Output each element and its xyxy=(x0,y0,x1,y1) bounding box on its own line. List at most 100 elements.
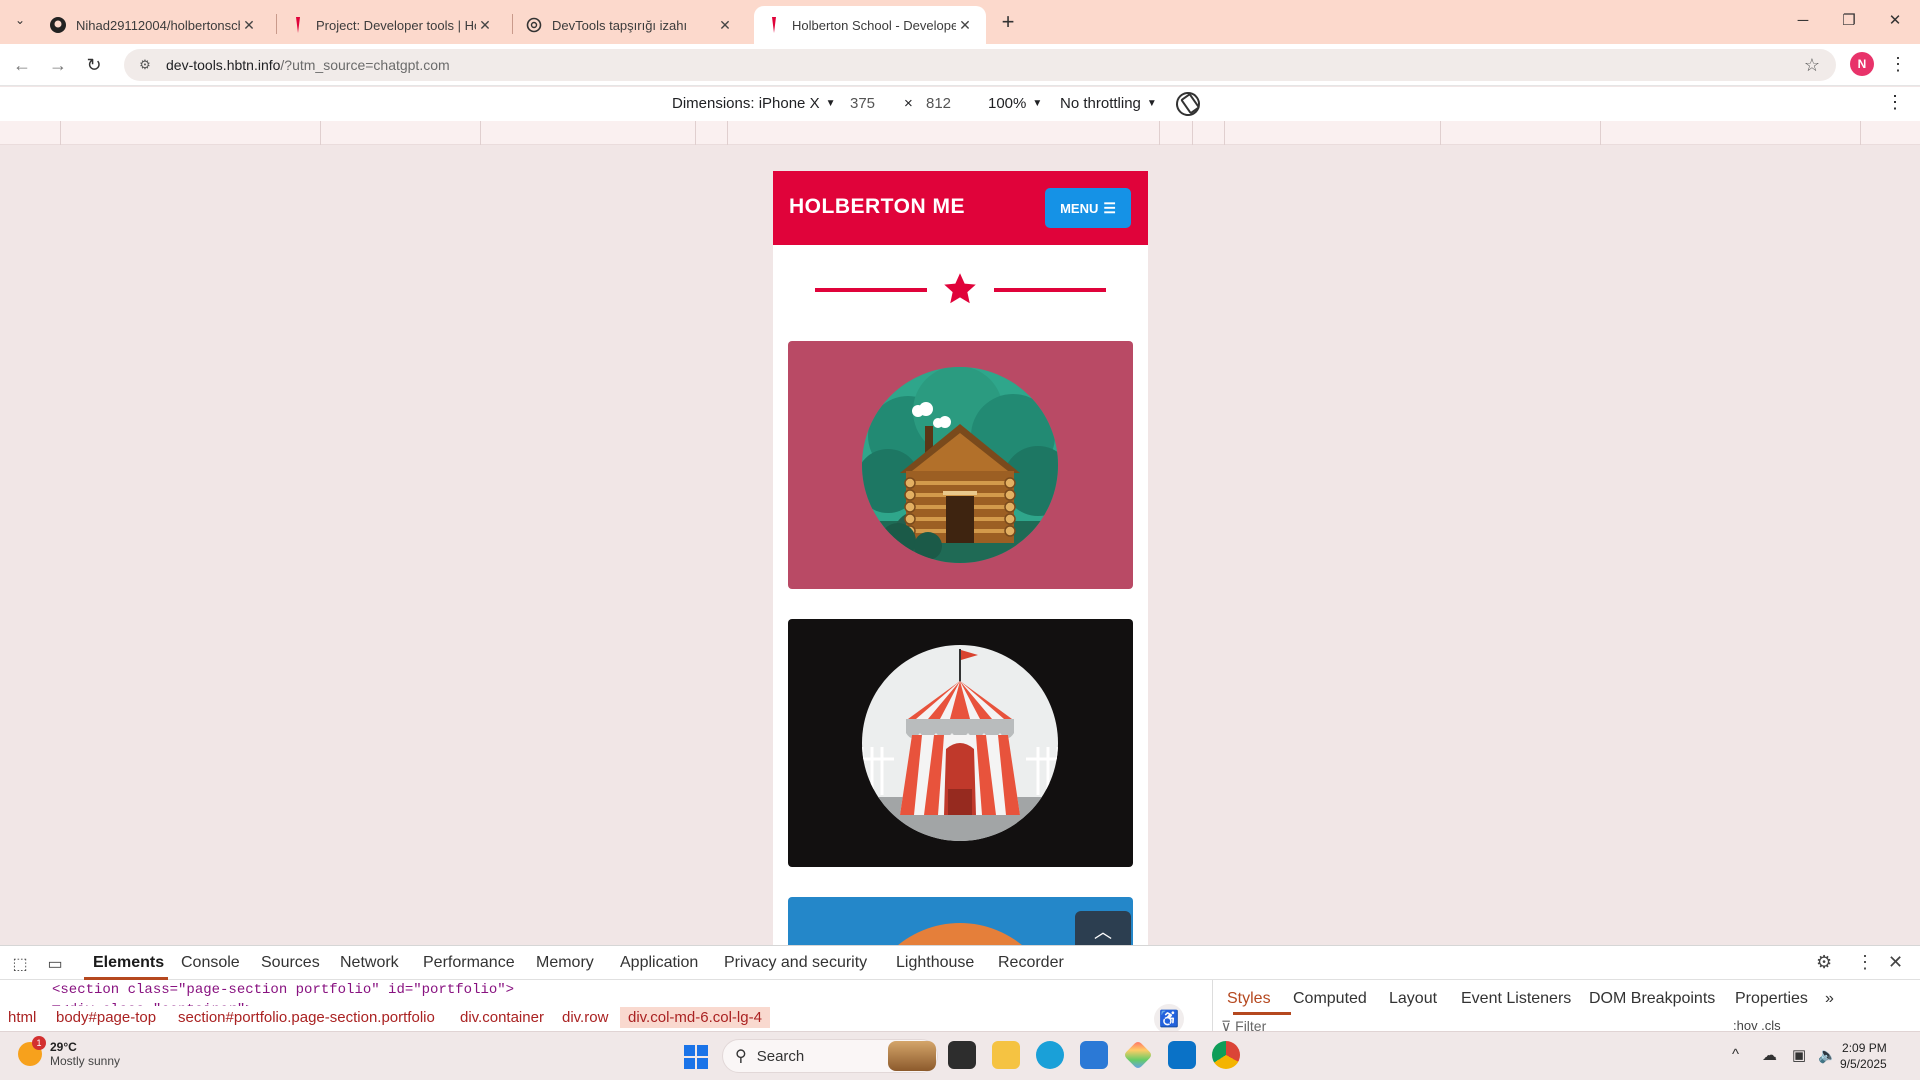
breadcrumb-item[interactable]: body#page-top xyxy=(56,1009,156,1026)
throttling-select[interactable]: No throttling ▼ xyxy=(1060,95,1157,112)
notification-badge: 1 xyxy=(32,1036,46,1050)
breadcrumb-item[interactable]: div.container xyxy=(460,1009,544,1026)
tab-chatgpt[interactable]: DevTools tapşırığı izahı ✕ xyxy=(514,6,746,44)
tab-layout[interactable]: Layout xyxy=(1389,990,1437,1008)
device-toggle-icon[interactable]: ▭ xyxy=(44,953,66,975)
tab-elements[interactable]: Elements xyxy=(93,954,164,972)
forward-icon[interactable]: → xyxy=(44,51,72,79)
volume-icon[interactable]: 🔈 xyxy=(1818,1046,1837,1064)
ruler-tick[interactable] xyxy=(1159,121,1160,145)
microsoft-store-icon[interactable] xyxy=(1080,1041,1108,1069)
chevron-up-icon[interactable]: ^ xyxy=(1732,1046,1739,1063)
restore-icon[interactable]: ❐ xyxy=(1826,6,1872,34)
tab-lighthouse[interactable]: Lighthouse xyxy=(896,954,974,972)
breadcrumb-item[interactable]: div.row xyxy=(562,1009,608,1026)
rotate-icon[interactable] xyxy=(1171,87,1205,121)
cabin-image xyxy=(862,367,1058,563)
new-tab-icon[interactable]: + xyxy=(994,8,1022,36)
tab-project[interactable]: Project: Developer tools | Holberton ✕ xyxy=(278,6,506,44)
portfolio-item-cabin[interactable] xyxy=(788,341,1133,589)
device-more-icon[interactable]: ⋮ xyxy=(1886,92,1904,113)
tab-holberton-devtools[interactable]: Holberton School - Developer tools ✕ xyxy=(754,6,986,44)
height-input[interactable]: 812 xyxy=(926,95,951,112)
close-icon[interactable]: ✕ xyxy=(476,16,494,34)
close-icon[interactable]: ✕ xyxy=(956,16,974,34)
tab-dom-breakpoints[interactable]: DOM Breakpoints xyxy=(1589,990,1715,1008)
task-view-icon[interactable] xyxy=(948,1041,976,1069)
times-icon: × xyxy=(904,95,913,112)
tab-console[interactable]: Console xyxy=(181,954,240,972)
devtools-close-icon[interactable]: ✕ xyxy=(1888,952,1903,973)
minimize-icon[interactable]: ─ xyxy=(1780,6,1826,34)
tab-github[interactable]: Nihad29112004/holbertonschool ✕ xyxy=(38,6,270,44)
zoom-select[interactable]: 100% ▼ xyxy=(988,95,1042,112)
ruler-tick[interactable] xyxy=(1192,121,1193,145)
ruler-tick[interactable] xyxy=(1440,121,1441,145)
clock-date: 9/5/2025 xyxy=(1840,1057,1887,1071)
ruler-tick[interactable] xyxy=(1860,121,1861,145)
edge-icon[interactable] xyxy=(1036,1041,1064,1069)
file-explorer-icon[interactable] xyxy=(992,1041,1020,1069)
url-path: /?utm_source=chatgpt.com xyxy=(280,57,450,73)
portfolio-item-circus[interactable] xyxy=(788,619,1133,867)
scroll-to-top-button[interactable]: ︿ xyxy=(1075,911,1131,945)
start-button[interactable] xyxy=(684,1045,708,1069)
inspect-element-icon[interactable]: ⬚ xyxy=(9,953,31,975)
breadcrumb-item[interactable]: html xyxy=(8,1009,36,1026)
tab-sources[interactable]: Sources xyxy=(261,954,320,972)
tab-strip: ⌄ Nihad29112004/holbertonschool ✕ Projec… xyxy=(0,0,1920,44)
dom-line[interactable]: <section class="page-section portfolio" … xyxy=(52,980,514,1000)
weather-widget[interactable]: 1 29°C Mostly sunny xyxy=(18,1036,120,1068)
chrome-icon[interactable] xyxy=(1212,1041,1240,1069)
close-icon[interactable]: ✕ xyxy=(240,16,258,34)
close-icon[interactable]: ✕ xyxy=(716,16,734,34)
more-tabs-icon[interactable]: » xyxy=(1825,990,1834,1008)
device-select[interactable]: Dimensions: iPhone X ▼ xyxy=(672,95,835,112)
ruler-tick[interactable] xyxy=(727,121,728,145)
site-info-icon[interactable]: ⚙ xyxy=(136,56,154,74)
reload-icon[interactable]: ↻ xyxy=(80,51,108,79)
tab-event-listeners[interactable]: Event Listeners xyxy=(1461,990,1571,1008)
copilot-icon[interactable] xyxy=(1123,1040,1153,1070)
settings-gear-icon[interactable]: ⚙ xyxy=(1816,952,1832,973)
profile-avatar[interactable]: N xyxy=(1850,52,1874,76)
tab-styles[interactable]: Styles xyxy=(1227,990,1271,1008)
breadcrumb-item-selected[interactable]: div.col-md-6.col-lg-4 xyxy=(620,1007,770,1028)
network-icon[interactable]: ▣ xyxy=(1792,1046,1806,1064)
tab-memory[interactable]: Memory xyxy=(536,954,594,972)
width-input[interactable]: 375 xyxy=(850,95,875,112)
tab-computed[interactable]: Computed xyxy=(1293,990,1367,1008)
windows-taskbar: 1 29°C Mostly sunny ⚲ Search ^ ☁ ▣ 🔈 2:0… xyxy=(0,1031,1920,1080)
ruler-tick[interactable] xyxy=(320,121,321,145)
tab-network[interactable]: Network xyxy=(340,954,399,972)
menu-button[interactable]: MENU ☰ xyxy=(1045,188,1131,228)
device-viewport: HOLBERTON ME MENU ☰ ︿ xyxy=(0,145,1920,945)
devtools-more-icon[interactable]: ⋮ xyxy=(1856,952,1874,973)
breadcrumb-item[interactable]: section#portfolio.page-section.portfolio xyxy=(178,1009,435,1026)
cloud-offline-icon[interactable]: ☁ xyxy=(1762,1046,1777,1064)
site-brand[interactable]: HOLBERTON ME xyxy=(789,195,965,219)
tab-recorder[interactable]: Recorder xyxy=(998,954,1064,972)
tab-application[interactable]: Application xyxy=(620,954,698,972)
caret-down-icon: ▼ xyxy=(1032,98,1043,109)
ruler-tick[interactable] xyxy=(1600,121,1601,145)
search-highlight-image[interactable] xyxy=(888,1041,936,1071)
bookmark-star-icon[interactable]: ☆ xyxy=(1804,55,1820,76)
ruler-tick[interactable] xyxy=(1224,121,1225,145)
ruler-tick[interactable] xyxy=(480,121,481,145)
tab-search-icon[interactable]: ⌄ xyxy=(8,8,32,32)
back-icon[interactable]: ← xyxy=(8,51,36,79)
vscode-icon[interactable] xyxy=(1168,1041,1196,1069)
weather-temp: 29°C xyxy=(50,1040,77,1054)
ruler-tick[interactable] xyxy=(695,121,696,145)
tab-privacy-security[interactable]: Privacy and security xyxy=(724,954,867,972)
holberton-icon xyxy=(290,17,306,33)
system-clock[interactable]: 2:09 PM 9/5/2025 xyxy=(1840,1040,1887,1072)
accessibility-icon[interactable]: ♿ xyxy=(1154,1004,1184,1034)
tab-properties[interactable]: Properties xyxy=(1735,990,1808,1008)
tab-performance[interactable]: Performance xyxy=(423,954,515,972)
address-bar[interactable]: ⚙ dev-tools.hbtn.info/?utm_source=chatgp… xyxy=(124,49,1836,81)
close-window-icon[interactable]: ✕ xyxy=(1872,6,1918,34)
browser-menu-icon[interactable]: ⋮ xyxy=(1886,52,1910,76)
ruler-tick[interactable] xyxy=(60,121,61,145)
